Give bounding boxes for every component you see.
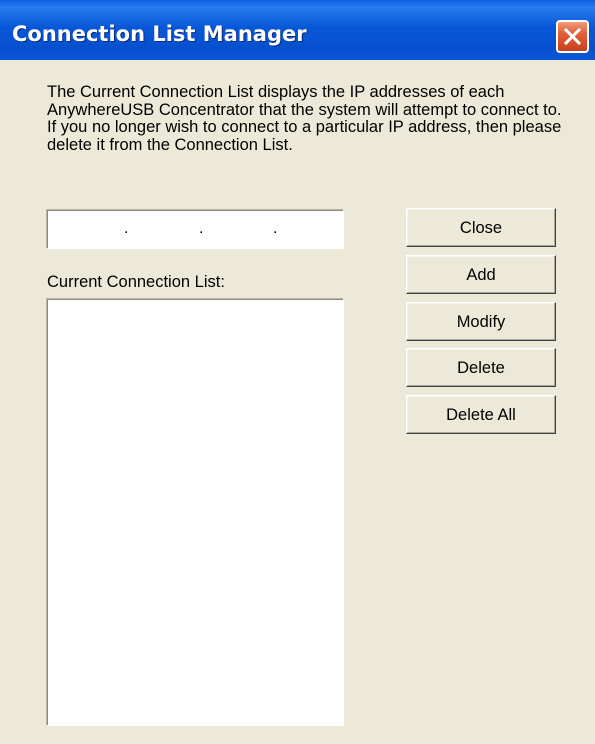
title-bar[interactable]: Connection List Manager <box>0 0 595 60</box>
description-text: The Current Connection List displays the… <box>47 83 562 154</box>
close-icon <box>563 27 582 46</box>
add-button[interactable]: Add <box>406 255 556 294</box>
connection-list-manager-dialog: Connection List Manager The Current Conn… <box>0 0 595 744</box>
connection-listbox[interactable] <box>46 298 344 726</box>
modify-button[interactable]: Modify <box>406 302 556 341</box>
connection-list-label: Current Connection List: <box>47 273 225 291</box>
close-button[interactable]: Close <box>406 208 556 247</box>
delete-all-button[interactable]: Delete All <box>406 395 556 434</box>
delete-button[interactable]: Delete <box>406 348 556 387</box>
ip-octet-separator: . <box>124 220 129 237</box>
ip-octet-separator: . <box>273 220 278 237</box>
ip-address-input[interactable]: . . . <box>46 209 344 249</box>
title-close-button[interactable] <box>556 20 589 53</box>
ip-octet-separator: . <box>199 220 204 237</box>
window-title: Connection List Manager <box>12 22 307 46</box>
